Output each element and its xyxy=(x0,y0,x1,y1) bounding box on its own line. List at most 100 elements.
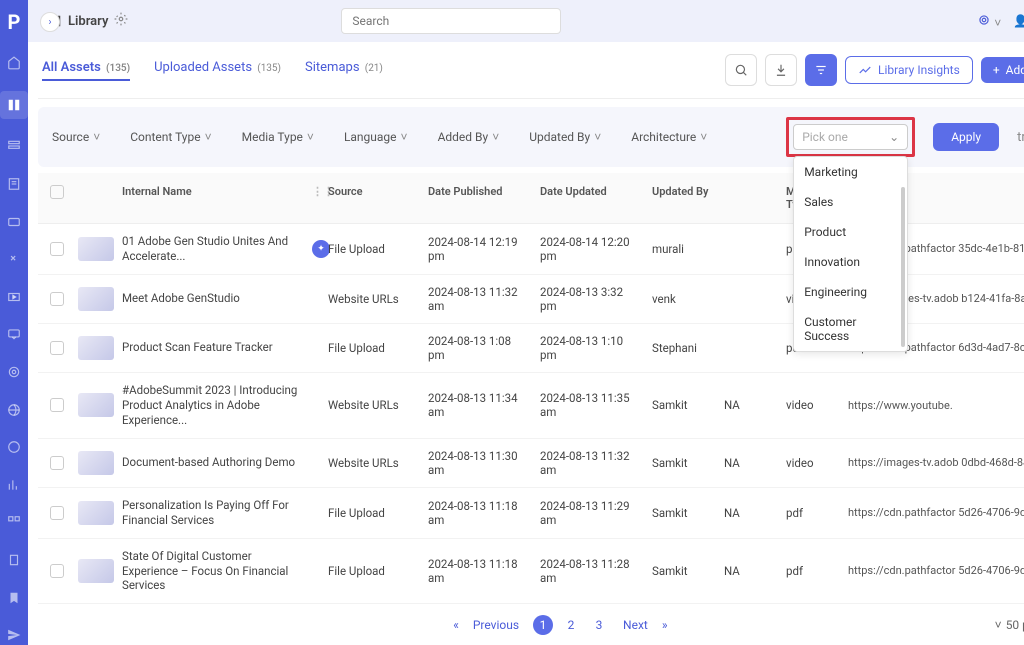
source-cell: Website URLs xyxy=(322,288,422,310)
media-type-cell: pdf xyxy=(780,560,842,582)
document-icon[interactable] xyxy=(4,174,24,194)
card-icon[interactable] xyxy=(4,212,24,232)
filter-extra[interactable]: tr xyxy=(1017,130,1024,145)
pick-one-select[interactable]: Pick one⌄ xyxy=(793,124,908,150)
row-checkbox[interactable] xyxy=(50,506,64,520)
sidebar-expand-button[interactable]: › xyxy=(40,12,60,32)
bookmark-icon[interactable] xyxy=(4,588,24,608)
search-input[interactable] xyxy=(341,8,561,34)
filter-architecture[interactable]: Architecture ˅ xyxy=(625,126,713,148)
user-menu[interactable]: 👤 Tanya ˅ xyxy=(1013,14,1024,28)
source-cell: File Upload xyxy=(322,502,422,524)
apply-button[interactable]: Apply xyxy=(933,123,999,151)
filter-media-type[interactable]: Media Type ˅ xyxy=(236,126,320,148)
row-checkbox[interactable] xyxy=(50,341,64,355)
filter-updated-by[interactable]: Updated By ˅ xyxy=(523,126,607,148)
add-assets-button[interactable]: + Add Assets xyxy=(981,57,1024,83)
published-cell: 2024-08-13 11:30 am xyxy=(422,445,534,481)
thumbnail xyxy=(78,501,114,525)
filter-content-type[interactable]: Content Type ˅ xyxy=(124,126,217,148)
published-cell: 2024-08-13 11:18 am xyxy=(422,495,534,531)
dropdown-option[interactable]: Product xyxy=(794,217,907,247)
tab-uploaded-assets[interactable]: Uploaded Assets (135) xyxy=(154,60,281,81)
sidebar-nav: P › xyxy=(0,0,28,645)
tab-all-assets[interactable]: All Assets (135) xyxy=(42,60,130,81)
home-icon[interactable] xyxy=(4,53,24,73)
filter-added-by[interactable]: Added By ˅ xyxy=(432,126,506,148)
dropdown-scrollbar[interactable] xyxy=(901,187,905,347)
tools-icon[interactable] xyxy=(4,249,24,269)
dropdown-option[interactable]: Innovation xyxy=(794,247,907,277)
chat-icon[interactable] xyxy=(4,325,24,345)
library-insights-button[interactable]: Library Insights xyxy=(845,56,973,84)
first-page-button[interactable]: « xyxy=(453,618,459,632)
dropdown-option[interactable]: Customer Success xyxy=(794,307,907,351)
row-checkbox[interactable] xyxy=(50,242,64,256)
topic-filter-dropdown[interactable]: Pick one⌄ MarketingSalesProductInnovatio… xyxy=(786,117,915,157)
table-row[interactable]: Personalization Is Paying Off For Financ… xyxy=(38,488,1024,539)
download-button[interactable] xyxy=(765,54,797,86)
dropdown-option[interactable]: Marketing xyxy=(794,157,907,187)
filter-language[interactable]: Language ˅ xyxy=(338,126,414,148)
thumbnail xyxy=(78,237,114,261)
video-icon[interactable] xyxy=(4,287,24,307)
filter-source[interactable]: Source ˅ xyxy=(46,126,106,148)
content-type-cell: NA xyxy=(718,452,780,474)
layers-icon[interactable] xyxy=(4,137,24,157)
row-checkbox[interactable] xyxy=(50,456,64,470)
source-cell: Website URLs xyxy=(322,394,422,416)
updated-cell: 2024-08-13 3:32 pm xyxy=(534,281,646,317)
row-checkbox[interactable] xyxy=(50,292,64,306)
clipboard-icon[interactable] xyxy=(4,550,24,570)
updated-by-cell: Samkit xyxy=(646,502,718,524)
last-page-button[interactable]: » xyxy=(662,618,668,632)
row-checkbox[interactable] xyxy=(50,398,64,412)
target-icon[interactable] xyxy=(4,362,24,382)
search-button[interactable] xyxy=(725,54,757,86)
dropdown-option[interactable]: Engineering xyxy=(794,277,907,307)
asset-name: Product Scan Feature Tracker xyxy=(116,336,306,359)
per-page-select[interactable]: ˅ 50 per page xyxy=(995,618,1024,632)
published-cell: 2024-08-14 12:19 pm xyxy=(422,231,534,267)
globe-icon[interactable] xyxy=(4,400,24,420)
thumbnail xyxy=(78,393,114,417)
page-number[interactable]: 2 xyxy=(561,615,581,635)
source-cell: Website URLs xyxy=(322,452,422,474)
published-cell: 2024-08-13 11:34 am xyxy=(422,387,534,423)
table-row[interactable]: Document-based Authoring Demo Website URL… xyxy=(38,439,1024,488)
published-cell: 2024-08-13 11:32 am xyxy=(422,281,534,317)
grid-icon[interactable] xyxy=(4,513,24,533)
source-cell: File Upload xyxy=(322,560,422,582)
page-title: Library xyxy=(48,12,128,30)
next-page-button[interactable]: Next xyxy=(623,618,648,632)
media-type-cell: video xyxy=(780,394,842,416)
content-type-cell: NA xyxy=(718,560,780,582)
library-icon[interactable] xyxy=(0,91,28,119)
prev-page-button[interactable]: Previous xyxy=(473,618,519,632)
thumbnail xyxy=(78,451,114,475)
page-number[interactable]: 3 xyxy=(589,615,609,635)
dropdown-option[interactable]: Sales xyxy=(794,187,907,217)
updated-by-cell: Stephani xyxy=(646,337,718,359)
row-checkbox[interactable] xyxy=(50,564,64,578)
circle-icon[interactable] xyxy=(4,437,24,457)
topbar: Library ˅ 👤 Tanya ˅ xyxy=(28,0,1024,42)
send-icon[interactable] xyxy=(4,625,24,645)
table-row[interactable]: #AdobeSummit 2023 | Introducing Product … xyxy=(38,373,1024,439)
chart-icon[interactable] xyxy=(4,475,24,495)
asset-name: Document-based Authoring Demo xyxy=(116,451,306,474)
table-row[interactable]: State Of Digital Customer Experience – F… xyxy=(38,539,1024,605)
url-cell: https://images-tv.adob 0dbd-468d-845b-..… xyxy=(842,452,1024,473)
app-logo: P xyxy=(0,8,28,35)
media-type-cell: pdf xyxy=(780,502,842,524)
thumbnail xyxy=(78,559,114,583)
gear-icon[interactable] xyxy=(114,12,128,30)
page-number[interactable]: 1 xyxy=(533,615,553,635)
filter-button[interactable] xyxy=(805,54,837,86)
source-cell: File Upload xyxy=(322,238,422,260)
settings-icon[interactable]: ˅ xyxy=(977,13,1001,30)
published-cell: 2024-08-13 11:18 am xyxy=(422,553,534,589)
select-all-checkbox[interactable] xyxy=(50,185,64,199)
content-type-cell: NA xyxy=(718,394,780,416)
tab-sitemaps[interactable]: Sitemaps (21) xyxy=(305,60,383,81)
